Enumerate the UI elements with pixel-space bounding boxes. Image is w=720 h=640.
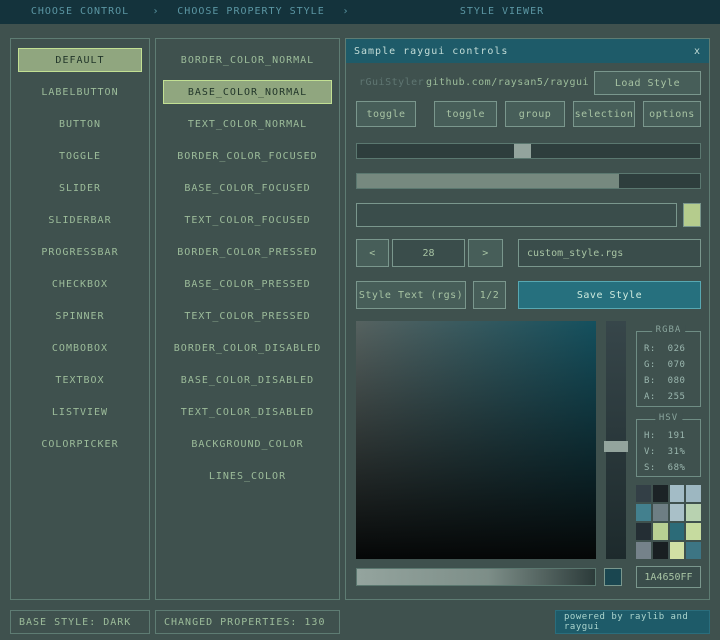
hsv-s-value: S: 68% bbox=[644, 460, 700, 476]
style-text-combo[interactable]: Style Text (rgs) bbox=[356, 281, 466, 309]
rgba-g-value: G: 070 bbox=[644, 357, 700, 373]
options-button[interactable]: options bbox=[643, 101, 701, 127]
selection-button[interactable]: selection bbox=[573, 101, 635, 127]
progress-fill bbox=[357, 174, 619, 188]
hsv-label: HSV bbox=[655, 413, 682, 423]
palette-swatch[interactable] bbox=[636, 542, 651, 559]
close-icon[interactable]: x bbox=[685, 39, 709, 63]
palette-swatch[interactable] bbox=[686, 523, 701, 540]
hsv-v-value: V: 31% bbox=[644, 444, 700, 460]
header-step-choose-property-style: CHOOSE PROPERTY STYLE bbox=[162, 0, 340, 24]
hue-slider[interactable] bbox=[606, 321, 626, 559]
color-palette bbox=[636, 485, 701, 559]
slider[interactable] bbox=[356, 143, 701, 159]
property-item-text-color-focused[interactable]: TEXT_COLOR_FOCUSED bbox=[156, 204, 339, 236]
control-item-spinner[interactable]: SPINNER bbox=[11, 300, 149, 332]
spinner-decrement-button[interactable]: < bbox=[356, 239, 389, 267]
color-picker-panel[interactable] bbox=[356, 321, 596, 559]
palette-swatch[interactable] bbox=[670, 504, 685, 521]
property-item-base-color-normal[interactable]: BASE_COLOR_NORMAL bbox=[163, 80, 332, 104]
control-item-textbox[interactable]: TEXTBOX bbox=[11, 364, 149, 396]
filename-input[interactable]: custom_style.rgs bbox=[518, 239, 701, 267]
palette-swatch[interactable] bbox=[686, 485, 701, 502]
control-item-listview[interactable]: LISTVIEW bbox=[11, 396, 149, 428]
properties-list: BORDER_COLOR_NORMAL BASE_COLOR_NORMAL TE… bbox=[156, 39, 339, 492]
hue-slider-handle[interactable] bbox=[604, 441, 628, 452]
text-input[interactable] bbox=[356, 203, 677, 227]
toggle-button-1[interactable]: toggle bbox=[356, 101, 416, 127]
property-item-text-color-normal[interactable]: TEXT_COLOR_NORMAL bbox=[156, 108, 339, 140]
spinner-value[interactable]: 28 bbox=[392, 239, 465, 267]
control-item-checkbox[interactable]: CHECKBOX bbox=[11, 268, 149, 300]
rgba-panel: RGBA R: 026 G: 070 B: 080 A: 255 bbox=[636, 331, 701, 407]
window-titlebar[interactable]: Sample raygui controls bbox=[346, 39, 709, 63]
control-item-slider[interactable]: SLIDER bbox=[11, 172, 149, 204]
status-changed-properties: CHANGED PROPERTIES: 130 bbox=[155, 610, 340, 634]
palette-swatch[interactable] bbox=[670, 485, 685, 502]
header-step-style-viewer: STYLE VIEWER bbox=[352, 0, 652, 24]
hex-color-input[interactable]: 1A4650FF bbox=[636, 566, 701, 588]
control-item-sliderbar[interactable]: SLIDERBAR bbox=[11, 204, 149, 236]
property-item-text-color-disabled[interactable]: TEXT_COLOR_DISABLED bbox=[156, 396, 339, 428]
powered-by-badge: powered by raylib and raygui bbox=[555, 610, 710, 634]
palette-swatch[interactable] bbox=[653, 504, 668, 521]
control-item-default[interactable]: DEFAULT bbox=[18, 48, 142, 72]
properties-list-panel: BORDER_COLOR_NORMAL BASE_COLOR_NORMAL TE… bbox=[155, 38, 340, 600]
property-item-text-color-pressed[interactable]: TEXT_COLOR_PRESSED bbox=[156, 300, 339, 332]
palette-swatch[interactable] bbox=[670, 523, 685, 540]
property-item-border-color-focused[interactable]: BORDER_COLOR_FOCUSED bbox=[156, 140, 339, 172]
control-item-progressbar[interactable]: PROGRESSBAR bbox=[11, 236, 149, 268]
hsv-panel: HSV H: 191 V: 31% S: 68% bbox=[636, 419, 701, 477]
rgba-r-value: R: 026 bbox=[644, 341, 700, 357]
status-base-style: BASE STYLE: DARK bbox=[10, 610, 150, 634]
hsv-h-value: H: 191 bbox=[644, 428, 700, 444]
palette-swatch[interactable] bbox=[636, 504, 651, 521]
window-title: Sample raygui controls bbox=[354, 46, 508, 57]
control-item-labelbutton[interactable]: LABELBUTTON bbox=[11, 76, 149, 108]
alpha-slider[interactable] bbox=[356, 568, 596, 586]
load-style-button[interactable]: Load Style bbox=[594, 71, 701, 95]
save-style-button[interactable]: Save Style bbox=[518, 281, 701, 309]
combo-page-button[interactable]: 1/2 bbox=[473, 281, 506, 309]
controls-list-panel: DEFAULT LABELBUTTON BUTTON TOGGLE SLIDER… bbox=[10, 38, 150, 600]
controls-list: DEFAULT LABELBUTTON BUTTON TOGGLE SLIDER… bbox=[11, 39, 149, 460]
palette-swatch[interactable] bbox=[653, 523, 668, 540]
spinner-increment-button[interactable]: > bbox=[468, 239, 503, 267]
rgba-a-value: A: 255 bbox=[644, 389, 700, 405]
control-item-toggle[interactable]: TOGGLE bbox=[11, 140, 149, 172]
slider-handle[interactable] bbox=[514, 144, 531, 158]
header-step-choose-control: CHOOSE CONTROL bbox=[10, 0, 150, 24]
palette-swatch[interactable] bbox=[686, 542, 701, 559]
property-item-border-color-normal[interactable]: BORDER_COLOR_NORMAL bbox=[156, 44, 339, 76]
control-item-colorpicker[interactable]: COLORPICKER bbox=[11, 428, 149, 460]
property-item-base-color-focused[interactable]: BASE_COLOR_FOCUSED bbox=[156, 172, 339, 204]
property-item-border-color-disabled[interactable]: BORDER_COLOR_DISABLED bbox=[156, 332, 339, 364]
property-item-lines-color[interactable]: LINES_COLOR bbox=[156, 460, 339, 492]
palette-swatch[interactable] bbox=[653, 542, 668, 559]
chevron-right-icon: › bbox=[150, 0, 162, 24]
palette-swatch[interactable] bbox=[636, 485, 651, 502]
sample-window: Sample raygui controls x rGuiStyler gith… bbox=[345, 38, 710, 600]
palette-swatch[interactable] bbox=[686, 504, 701, 521]
color-swatch[interactable] bbox=[683, 203, 701, 227]
repo-link[interactable]: github.com/raysan5/raygui bbox=[426, 77, 589, 88]
styler-label: rGuiStyler bbox=[359, 77, 424, 88]
property-item-border-color-pressed[interactable]: BORDER_COLOR_PRESSED bbox=[156, 236, 339, 268]
rgba-b-value: B: 080 bbox=[644, 373, 700, 389]
control-item-button[interactable]: BUTTON bbox=[11, 108, 149, 140]
app-header: CHOOSE CONTROL › CHOOSE PROPERTY STYLE ›… bbox=[0, 0, 720, 24]
group-button[interactable]: group bbox=[505, 101, 565, 127]
progress-bar bbox=[356, 173, 701, 189]
rgba-label: RGBA bbox=[652, 325, 686, 335]
current-color-preview bbox=[604, 568, 622, 586]
control-item-combobox[interactable]: COMBOBOX bbox=[11, 332, 149, 364]
property-item-base-color-disabled[interactable]: BASE_COLOR_DISABLED bbox=[156, 364, 339, 396]
property-item-base-color-pressed[interactable]: BASE_COLOR_PRESSED bbox=[156, 268, 339, 300]
chevron-right-icon: › bbox=[340, 0, 352, 24]
property-item-background-color[interactable]: BACKGROUND_COLOR bbox=[156, 428, 339, 460]
palette-swatch[interactable] bbox=[653, 485, 668, 502]
palette-swatch[interactable] bbox=[636, 523, 651, 540]
toggle-button-2[interactable]: toggle bbox=[434, 101, 497, 127]
palette-swatch[interactable] bbox=[670, 542, 685, 559]
